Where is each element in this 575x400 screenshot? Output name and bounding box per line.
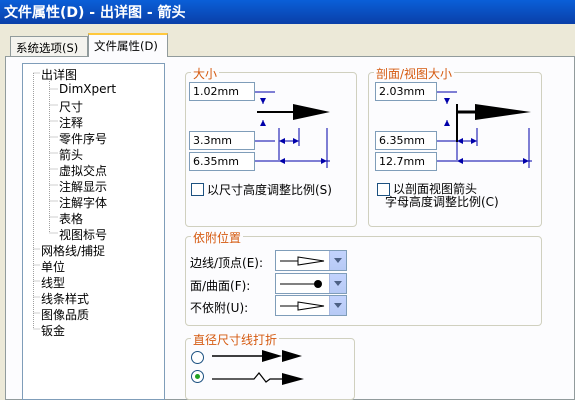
chevron-down-icon[interactable] [329,274,346,293]
tree-item-dimxpert[interactable]: DimXpert [59,82,116,96]
straight-leader-radio[interactable] [191,351,204,364]
size-group-title: 大小 [191,65,220,82]
section-arrow-size-diagram [437,91,532,168]
tree-item-units[interactable]: 单位 [41,258,65,275]
unattached-arrow-select[interactable] [275,295,347,316]
edge-vertex-label: 边线/顶点(E): [190,256,264,270]
chevron-down-icon[interactable] [329,251,346,270]
window-titlebar: 文件属性(D) - 出详图 - 箭头 [0,0,575,24]
attachment-group-title: 依附位置 [191,229,244,246]
tree-item-balloons[interactable]: 零件序号 [59,130,107,147]
section-arrow-width-field[interactable]: 6.35mm [375,131,437,150]
tree-item-sheet-metal[interactable]: 钣金 [41,322,65,339]
section-size-group-title: 剖面/视图大小 [374,65,455,82]
open-arrow-icon [280,301,325,311]
tree-item-notes[interactable]: 注释 [59,114,83,131]
section-arrow-length-field[interactable]: 12.7mm [375,152,437,171]
tree-item-annotation-font[interactable]: 注解字体 [59,194,107,211]
arrow-length-field[interactable]: 6.35mm [189,152,255,171]
chevron-down-icon[interactable] [329,296,346,315]
tree-item-line-style[interactable]: 线条样式 [41,290,89,307]
tab-system-options[interactable]: 系统选项(S) [10,36,88,56]
broken-leader-icon [212,372,304,385]
tree-item-annotation-display[interactable]: 注解显示 [59,178,107,195]
open-arrow-icon [280,256,325,266]
tree-item-grid-snap[interactable]: 网格线/捕捉 [41,242,105,259]
window-title: 文件属性(D) - 出详图 - 箭头 [4,5,186,21]
straight-leader-icon [212,350,302,362]
unattached-label: 不依附(U): [190,301,249,315]
size-scale-label: 以尺寸高度调整比例(S) [207,183,332,197]
tree-item-arrows[interactable]: 箭头 [59,146,83,163]
arrow-height-field[interactable]: 1.02mm [189,82,255,101]
face-surface-arrow-select[interactable] [275,273,347,294]
options-tree[interactable]: 出详图 DimXpert 尺寸 注释 零件序号 箭头 虚拟交点 注解显示 注解字… [22,63,165,400]
tree-item-virtual-sharps[interactable]: 虚拟交点 [59,162,107,179]
tree-item-detailing[interactable]: 出详图 [41,66,77,83]
tab-document-properties[interactable]: 文件属性(D) [88,33,168,57]
broken-leader-radio[interactable] [191,370,204,383]
section-arrow-height-field[interactable]: 2.03mm [375,82,437,101]
arrow-width-field[interactable]: 3.3mm [189,131,255,150]
size-scale-checkbox[interactable] [191,183,204,196]
tree-item-image-quality[interactable]: 图像品质 [41,306,89,323]
tree-item-line-font[interactable]: 线型 [41,274,65,291]
section-scale-label-line2: 字母高度调整比例(C) [385,195,499,209]
face-surface-label: 面/曲面(F): [190,279,251,293]
tree-item-dimensions[interactable]: 尺寸 [59,98,83,115]
tree-item-tables[interactable]: 表格 [59,210,83,227]
edge-vertex-arrow-select[interactable] [275,250,347,271]
tree-item-view-labels[interactable]: 视图标号 [59,226,107,243]
dot-arrow-icon [280,280,322,288]
arrow-size-diagram [255,91,330,168]
